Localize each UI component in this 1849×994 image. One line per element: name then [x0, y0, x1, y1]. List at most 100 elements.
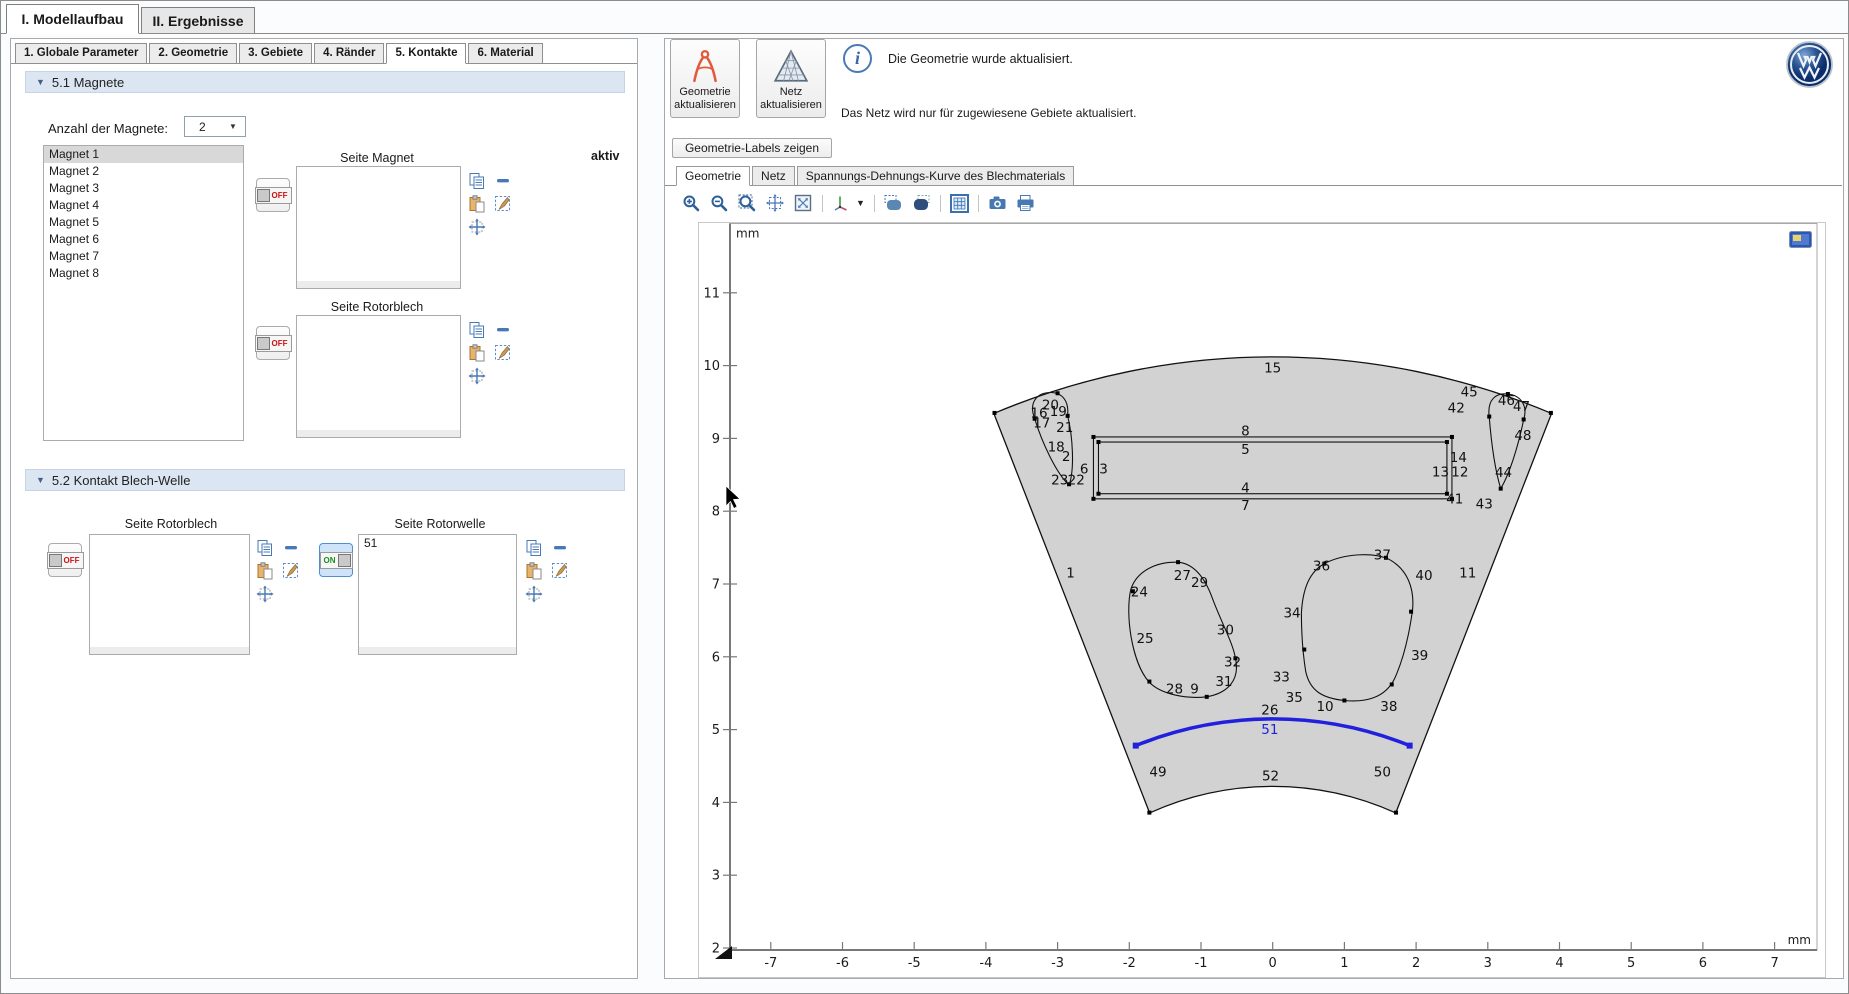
svg-text:5: 5 — [712, 723, 720, 738]
svg-text:2: 2 — [1412, 956, 1420, 971]
toggle-off-icon: OFF — [255, 187, 292, 204]
magnet-listbox[interactable]: Magnet 1Magnet 2Magnet 3Magnet 4Magnet 5… — [43, 145, 244, 441]
section-header-magnete[interactable]: ▼ 5.1 Magnete — [25, 71, 625, 93]
tab-6-material[interactable]: 6. Material — [468, 43, 542, 64]
remove-icon[interactable] — [551, 539, 569, 557]
svg-text:35: 35 — [1286, 690, 1303, 706]
update-geometry-button[interactable]: Geometrie aktualisieren — [670, 39, 740, 118]
left-panel: 1. Globale Parameter2. Geometrie3. Gebie… — [10, 38, 638, 979]
tab-ergebnisse[interactable]: II. Ergebnisse — [141, 7, 255, 34]
plot-window-icon[interactable] — [1789, 231, 1812, 253]
list-item[interactable]: Magnet 5 — [44, 214, 243, 231]
clear-selection-icon[interactable] — [551, 562, 569, 580]
seite-magnet-selection-icons — [468, 172, 512, 236]
svg-text:51: 51 — [1261, 722, 1278, 738]
svg-text:23: 23 — [1051, 472, 1068, 488]
svg-text:31: 31 — [1215, 674, 1232, 690]
svg-text:17: 17 — [1033, 416, 1050, 432]
export-image-dark-icon[interactable] — [912, 194, 931, 213]
zoom-in-icon[interactable] — [682, 194, 701, 213]
camera-icon[interactable] — [988, 194, 1007, 213]
list-item[interactable]: Magnet 1 — [44, 146, 243, 163]
svg-text:8: 8 — [1241, 424, 1250, 440]
seite-rotorblech-selection-list[interactable] — [296, 315, 461, 438]
rotorblech-active-toggle[interactable]: OFF — [256, 326, 290, 360]
list-item[interactable]: Magnet 8 — [44, 265, 243, 282]
export-image-icon[interactable] — [884, 194, 903, 213]
zoom-to-selection-icon[interactable] — [256, 585, 274, 603]
kontakt-rotorwelle-toggle[interactable]: ON — [319, 543, 353, 577]
copy-icon[interactable] — [256, 539, 274, 557]
section-header-kontakt[interactable]: ▼ 5.2 Kontakt Blech-Welle — [25, 469, 625, 491]
tab-3-gebiete[interactable]: 3. Gebiete — [239, 43, 312, 64]
show-geometry-labels-button[interactable]: Geometrie-Labels zeigen — [672, 138, 832, 158]
axes-orientation-icon[interactable] — [832, 194, 851, 213]
copy-icon[interactable] — [468, 321, 486, 339]
graphics-canvas[interactable]: -7-6-5-4-3-2-101234567234567891011mmmm15… — [698, 222, 1826, 978]
list-item[interactable]: Magnet 3 — [44, 180, 243, 197]
kontakt-rotorblech-selection-list[interactable] — [89, 534, 250, 655]
toolbar-separator — [940, 195, 941, 212]
chevron-down-icon[interactable]: ▼ — [856, 198, 865, 208]
svg-text:28: 28 — [1166, 681, 1183, 697]
list-item[interactable]: 51 — [359, 535, 516, 552]
svg-text:-5: -5 — [908, 956, 921, 971]
list-item[interactable]: Magnet 7 — [44, 248, 243, 265]
zoom-out-icon[interactable] — [710, 194, 729, 213]
fit-window-icon[interactable] — [794, 194, 813, 213]
button-label: aktualisieren — [760, 99, 822, 112]
clear-selection-icon[interactable] — [282, 562, 300, 580]
svg-text:8: 8 — [712, 505, 720, 520]
zoom-extents-icon[interactable] — [766, 194, 785, 213]
copy-icon[interactable] — [525, 539, 543, 557]
magnet-active-toggle[interactable]: OFF — [256, 178, 290, 212]
grid-icon[interactable] — [950, 194, 969, 213]
svg-text:30: 30 — [1217, 622, 1234, 638]
paste-icon[interactable] — [256, 562, 274, 580]
zoom-to-selection-icon[interactable] — [525, 585, 543, 603]
svg-text:13: 13 — [1432, 464, 1449, 480]
remove-icon[interactable] — [494, 172, 512, 190]
printer-icon[interactable] — [1016, 194, 1035, 213]
toolbar-separator — [978, 195, 979, 212]
remove-icon[interactable] — [494, 321, 512, 339]
svg-text:0: 0 — [1269, 956, 1277, 971]
tab-modellaufbau[interactable]: I. Modellaufbau — [6, 4, 139, 34]
tab-4-ränder[interactable]: 4. Ränder — [314, 43, 384, 64]
update-mesh-button[interactable]: Netz aktualisieren — [756, 39, 826, 118]
list-item[interactable]: Magnet 6 — [44, 231, 243, 248]
svg-text:48: 48 — [1514, 428, 1531, 444]
collapse-icon: ▼ — [36, 475, 45, 485]
svg-text:43: 43 — [1476, 496, 1493, 512]
clear-selection-icon[interactable] — [494, 195, 512, 213]
tab-1-globale-parameter[interactable]: 1. Globale Parameter — [15, 43, 147, 64]
list-item[interactable]: Magnet 4 — [44, 197, 243, 214]
tab-5-kontakte[interactable]: 5. Kontakte — [386, 43, 466, 64]
remove-icon[interactable] — [282, 539, 300, 557]
paste-icon[interactable] — [468, 344, 486, 362]
tab-geometrie[interactable]: Geometrie — [676, 166, 750, 186]
zoom-box-icon[interactable] — [738, 194, 757, 213]
copy-icon[interactable] — [468, 172, 486, 190]
anzahl-dropdown[interactable]: 2 ▼ — [184, 116, 246, 137]
kontakt-rotorblech-toggle[interactable]: OFF — [48, 543, 82, 577]
tab-2-geometrie[interactable]: 2. Geometrie — [149, 43, 237, 64]
svg-text:42: 42 — [1448, 400, 1465, 416]
paste-icon[interactable] — [525, 562, 543, 580]
clear-selection-icon[interactable] — [494, 344, 512, 362]
tab-netz[interactable]: Netz — [752, 166, 795, 186]
svg-text:25: 25 — [1136, 631, 1153, 647]
list-item[interactable]: Magnet 2 — [44, 163, 243, 180]
svg-text:mm: mm — [736, 227, 759, 241]
kontakt-rotorwelle-selection-list[interactable]: 51 — [358, 534, 517, 655]
zoom-to-selection-icon[interactable] — [468, 218, 486, 236]
tab-modellaufbau-label: I. Modellaufbau — [22, 11, 124, 27]
button-label: Geometrie-Labels zeigen — [685, 141, 819, 155]
seite-magnet-selection-list[interactable] — [296, 166, 461, 289]
toggle-off-icon: OFF — [255, 335, 292, 352]
tab-spannungs-dehnungs-kurve-des-blechmaterials[interactable]: Spannungs-Dehnungs-Kurve des Blechmateri… — [797, 166, 1074, 186]
svg-text:49: 49 — [1149, 764, 1166, 780]
zoom-to-selection-icon[interactable] — [468, 367, 486, 385]
mesh-icon — [772, 48, 810, 88]
paste-icon[interactable] — [468, 195, 486, 213]
